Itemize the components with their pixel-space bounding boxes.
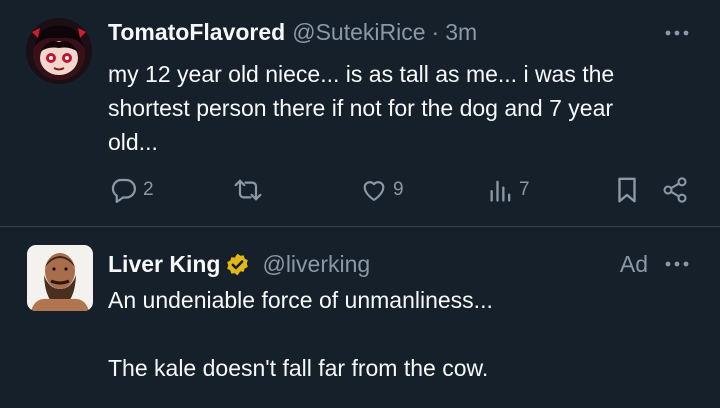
tweet-text-line: The kale doesn't fall far from the cow. — [108, 355, 489, 381]
display-name[interactable]: Liver King — [108, 251, 220, 278]
heart-icon — [363, 181, 385, 201]
tweet-header: TomatoFlavored @SutekiRice · 3m — [108, 17, 477, 47]
ad-label: Ad — [619, 251, 648, 277]
user-handle[interactable]: @liverking — [262, 251, 370, 278]
tweet-header: Liver King @liverking — [108, 249, 370, 279]
tweet-text-line: An undeniable force of unmanliness... — [108, 287, 493, 313]
tweet-text: my 12 year old niece... is as tall as me… — [108, 57, 688, 159]
verified-badge-icon — [227, 253, 249, 275]
tweet[interactable]: TomatoFlavored @SutekiRice · 3m my 12 ye… — [0, 0, 720, 227]
action-bar: 2 9 7 — [108, 172, 693, 208]
reply-count: 2 — [143, 179, 154, 200]
retweet-icon — [234, 179, 262, 201]
avatar[interactable] — [27, 245, 93, 311]
reply-icon — [111, 178, 136, 203]
retweet-button[interactable] — [232, 172, 264, 208]
tweet-text: An undeniable force of unmanliness... Th… — [108, 283, 688, 385]
avatar[interactable] — [26, 18, 92, 84]
tweet-text-line: shortest person there if not for the dog… — [108, 95, 614, 121]
bookmark-button[interactable] — [614, 172, 640, 208]
tweet-text-line: my 12 year old niece... is as tall as me… — [108, 61, 615, 87]
views-count: 7 — [519, 179, 530, 200]
views-icon — [490, 180, 511, 202]
like-count: 9 — [393, 179, 404, 200]
more-dots-icon[interactable] — [662, 249, 692, 279]
separator: · — [431, 18, 440, 45]
share-icon — [663, 177, 687, 203]
display-name[interactable]: TomatoFlavored — [108, 19, 285, 46]
more-dots-icon[interactable] — [662, 18, 692, 48]
timestamp[interactable]: 3m — [445, 19, 477, 46]
reply-button[interactable]: 2 — [108, 172, 154, 208]
share-button[interactable] — [661, 172, 689, 208]
user-handle[interactable]: @SutekiRice — [292, 19, 425, 46]
like-button[interactable]: 9 — [360, 172, 404, 208]
views-button[interactable]: 7 — [488, 172, 530, 208]
tweet-text-line: old... — [108, 129, 158, 155]
bookmark-icon — [618, 177, 636, 203]
